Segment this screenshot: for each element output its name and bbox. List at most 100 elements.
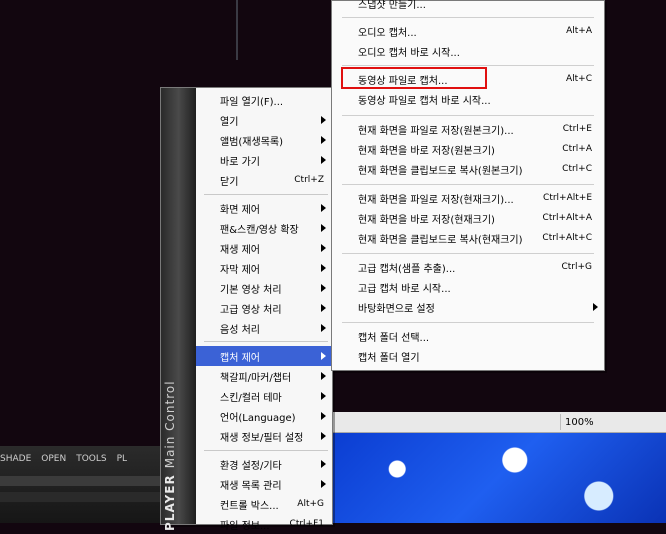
menu-item-panscan[interactable]: 팬&스캔/영상 확장 [196,218,332,238]
menu-item-copy-original[interactable]: 현재 화면을 클립보드로 복사(원본크기) Ctrl+C [332,159,604,179]
menu-item-snapshot[interactable]: 스냅샷 만들기... [332,0,604,13]
menu-item-playback-control[interactable]: 재생 제어 [196,238,332,258]
brand-name: PLAYER [163,474,177,531]
menu-item-shortcut: Ctrl+E [562,124,592,134]
menu-item-select-capture-folder[interactable]: 캡처 폴더 선택... [332,326,604,346]
submenu-arrow-icon [321,204,326,212]
menu-item-file-info[interactable]: 파일 정보... Ctrl+F1 [196,514,332,534]
tools-button[interactable]: TOOLS [76,454,106,470]
menu-item-subtitle-control[interactable]: 자막 제어 [196,258,332,278]
menu-item-playlist-manage[interactable]: 재생 목록 관리 [196,474,332,494]
menu-item-control-box[interactable]: 컨트롤 박스... Alt+G [196,494,332,514]
open-button[interactable]: OPEN [41,454,66,470]
menu-item-playback-info[interactable]: 재생 정보/필터 설정 [196,426,332,446]
player-controls: SHADE OPEN TOOLS PL [0,454,127,470]
submenu-arrow-icon [593,303,598,311]
capture-submenu-items: 스냅샷 만들기... 오디오 캡처... Alt+A 오디오 캡처 바로 시작..… [332,0,604,370]
menu-item-label: 앨범(재생목록) [220,136,284,148]
menu-item-label: 스냅샷 만들기... [358,0,426,11]
capture-submenu: 스냅샷 만들기... 오디오 캡처... Alt+A 오디오 캡처 바로 시작..… [331,0,605,371]
menu-item-label: 파일 열기(F)... [220,96,284,108]
submenu-arrow-icon [321,432,326,440]
menu-item-save-current-file[interactable]: 현재 화면을 파일로 저장(현재크기)... Ctrl+Alt+E [332,188,604,208]
menu-separator [342,253,594,254]
submenu-arrow-icon [321,480,326,488]
menu-item-label: 파일 정보... [220,520,270,532]
menu-item-label: 기본 영상 처리 [220,284,282,296]
shade-button[interactable]: SHADE [0,454,31,470]
menu-item-open-capture-folder[interactable]: 캡처 폴더 열기 [332,346,604,366]
menu-item-label: 현재 화면을 바로 저장(원본크기) [358,145,495,157]
menu-item-screen-control[interactable]: 화면 제어 [196,198,332,218]
menu-item-shortcut: Alt+A [566,26,592,36]
menu-item-save-original-file[interactable]: 현재 화면을 파일로 저장(원본크기)... Ctrl+E [332,119,604,139]
menu-item-skin[interactable]: 스킨/컬러 테마 [196,386,332,406]
menu-item-audio[interactable]: 음성 처리 [196,318,332,338]
menu-item-label: 캡처 폴더 열기 [358,352,420,364]
video-window: 100% [330,412,666,523]
menu-item-label: 자막 제어 [220,264,260,276]
menu-item-advanced-capture[interactable]: 고급 캡처(샘플 추출)... Ctrl+G [332,257,604,277]
menu-item-shortcut: Ctrl+F1 [289,519,324,529]
menu-item-save-current-now[interactable]: 현재 화면을 바로 저장(현재크기) Ctrl+Alt+A [332,208,604,228]
menu-item-audio-capture-now[interactable]: 오디오 캡처 바로 시작... [332,41,604,61]
main-menu-items: 파일 열기(F)... 열기 앨범(재생목록) 바로 가기 닫기 Ctrl+Z 화… [196,88,332,532]
menu-item-advanced-video[interactable]: 고급 영상 처리 [196,298,332,318]
menu-item-label: 화면 제어 [220,204,260,216]
menu-item-audio-capture[interactable]: 오디오 캡처... Alt+A [332,21,604,41]
menu-item-label: 동영상 파일로 캡처 바로 시작... [358,95,491,107]
menu-item-copy-current[interactable]: 현재 화면을 클립보드로 복사(현재크기) Ctrl+Alt+C [332,228,604,248]
menu-separator [204,194,328,195]
menu-item-label: 고급 캡처(샘플 추출)... [358,263,456,275]
menu-item-basic-video[interactable]: 기본 영상 처리 [196,278,332,298]
menu-item-open-file[interactable]: 파일 열기(F)... [196,90,332,110]
menu-separator [204,450,328,451]
menu-item-set-wallpaper[interactable]: 바탕화면으로 설정 [332,297,604,317]
menu-item-save-original-now[interactable]: 현재 화면을 바로 저장(원본크기) Ctrl+A [332,139,604,159]
menu-item-shortcut: Ctrl+Alt+E [543,193,592,203]
submenu-arrow-icon [321,264,326,272]
playlist-button[interactable]: PL [117,454,127,470]
menu-separator [342,322,594,323]
menu-item-label: 환경 설정/기타 [220,460,282,472]
menu-item-label: 현재 화면을 파일로 저장(원본크기)... [358,125,514,137]
menu-item-shortcut: Alt+G [297,499,324,509]
submenu-arrow-icon [321,460,326,468]
menu-item-advanced-capture-now[interactable]: 고급 캡처 바로 시작... [332,277,604,297]
submenu-arrow-icon [321,136,326,144]
submenu-arrow-icon [321,156,326,164]
menu-item-label: 캡처 제어 [220,352,260,364]
menu-item-label: 현재 화면을 바로 저장(현재크기) [358,214,495,226]
menu-item-capture-control[interactable]: 캡처 제어 [196,346,332,366]
brand-subtitle: Main Control [163,380,177,469]
menu-item-shortcut[interactable]: 바로 가기 [196,150,332,170]
main-context-menu: PLAYER Main Control 파일 열기(F)... 열기 앨범(재생목… [160,87,333,532]
menu-item-label: 언어(Language) [220,412,296,424]
menu-item-close[interactable]: 닫기 Ctrl+Z [196,170,332,190]
menu-item-open[interactable]: 열기 [196,110,332,130]
menu-separator [342,65,594,66]
menu-item-label: 바탕화면으로 설정 [358,303,435,315]
submenu-arrow-icon [321,324,326,332]
menu-item-label: 캡처 폴더 선택... [358,332,430,344]
menu-item-label: 오디오 캡처 바로 시작... [358,47,460,59]
menu-item-label: 열기 [220,116,239,128]
menu-item-label: 고급 캡처 바로 시작... [358,283,451,295]
submenu-arrow-icon [321,116,326,124]
menu-item-label: 재생 정보/필터 설정 [220,432,304,444]
submenu-arrow-icon [321,352,326,360]
menu-item-label: 바로 가기 [220,156,260,168]
menu-item-shortcut: Ctrl+G [561,262,592,272]
menu-item-shortcut: Ctrl+C [562,164,592,174]
menu-item-album[interactable]: 앨범(재생목록) [196,130,332,150]
menu-item-label: 현재 화면을 클립보드로 복사(원본크기) [358,165,523,177]
menu-item-label: 팬&스캔/영상 확장 [220,224,299,236]
menu-item-video-capture-now[interactable]: 동영상 파일로 캡처 바로 시작... [332,89,604,109]
menu-item-language[interactable]: 언어(Language) [196,406,332,426]
menu-separator [342,17,594,18]
menu-item-preferences[interactable]: 환경 설정/기타 [196,454,332,474]
submenu-arrow-icon [321,244,326,252]
brand-text: PLAYER Main Control [163,151,185,531]
submenu-arrow-icon [321,224,326,232]
menu-item-bookmarks[interactable]: 책갈피/마커/챕터 [196,366,332,386]
